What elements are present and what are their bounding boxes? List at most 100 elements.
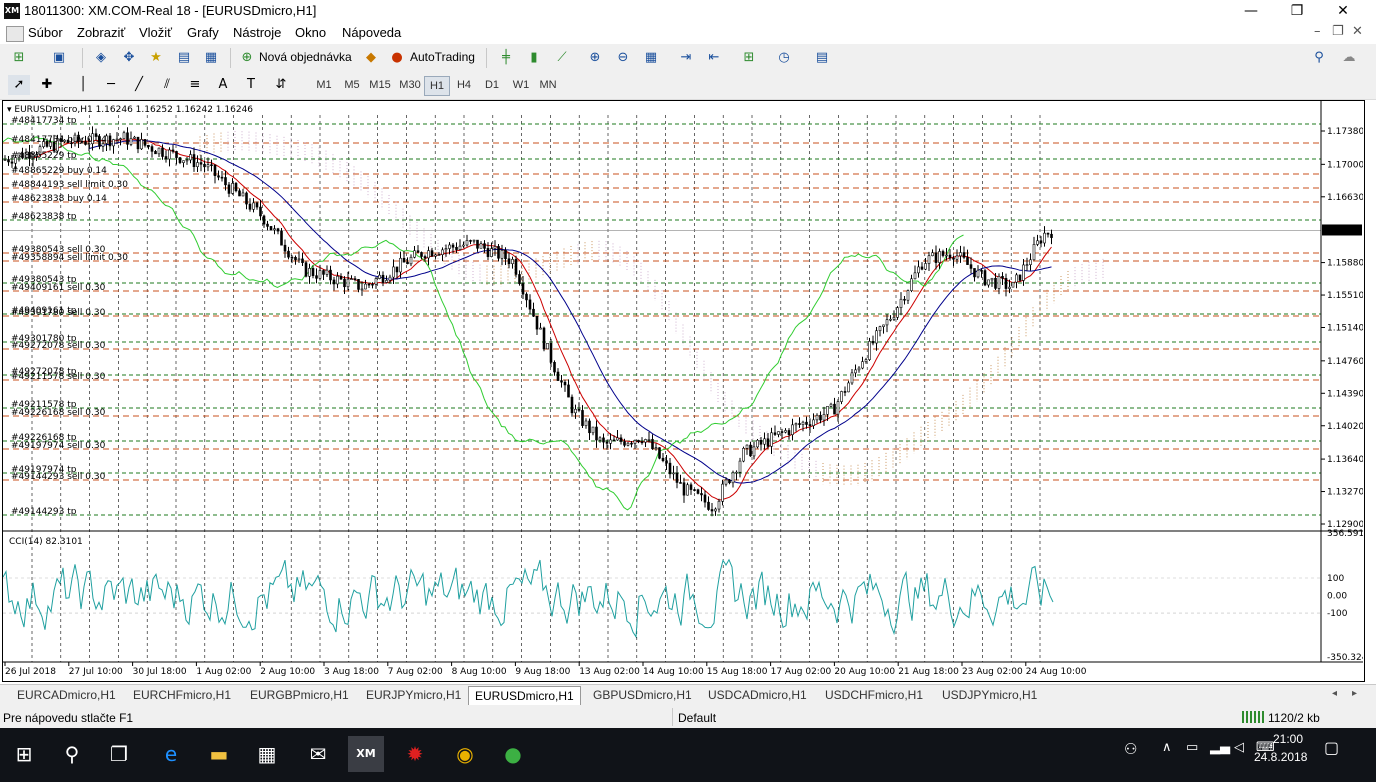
windows-start-icon[interactable]: ⊞ <box>6 736 42 772</box>
tab-eurusd[interactable]: EURUSDmicro,H1 <box>468 686 581 705</box>
candle-body <box>1036 240 1039 245</box>
candlestick-icon[interactable]: ▮ <box>523 48 545 68</box>
tab-usdjpy[interactable]: USDJPYmicro,H1 <box>942 686 1037 704</box>
tab-usdcad[interactable]: USDCADmicro,H1 <box>708 686 807 704</box>
text-label-icon[interactable]: T <box>240 75 262 95</box>
bar-chart-icon[interactable]: ╪ <box>495 48 517 68</box>
horizontal-line-icon[interactable]: ─ <box>100 75 122 95</box>
menu-file[interactable]: Súbor <box>28 25 63 40</box>
clock-time[interactable]: 21:00 <box>1270 732 1306 746</box>
task-view-icon[interactable]: ❐ <box>101 736 137 772</box>
mail-icon[interactable]: ✉ <box>300 736 336 772</box>
app-gear-icon[interactable]: ✹ <box>397 736 433 772</box>
crosshair-icon[interactable]: ✚ <box>36 75 58 95</box>
tab-usdchf[interactable]: USDCHFmicro,H1 <box>825 686 923 704</box>
candle-body <box>213 164 217 177</box>
timeframe-mn[interactable]: MN <box>536 76 560 94</box>
timeframe-d1[interactable]: D1 <box>480 76 504 94</box>
chart-canvas[interactable]: ▾ EURUSDmicro,H1 1.16246 1.16252 1.16242… <box>3 101 1363 679</box>
line-chart-icon[interactable]: ⟋ <box>551 48 573 68</box>
periods-icon[interactable]: ◷ <box>773 48 795 68</box>
tab-eurcad[interactable]: EURCADmicro,H1 <box>17 686 116 704</box>
templates-icon[interactable]: ▤ <box>811 48 833 68</box>
tile-windows-icon[interactable]: ▦ <box>640 48 662 68</box>
timeframe-m1[interactable]: M1 <box>312 76 336 94</box>
menu-view[interactable]: Zobraziť <box>77 25 125 40</box>
timeframe-h1[interactable]: H1 <box>424 76 450 96</box>
terminal-icon[interactable]: ▤ <box>173 48 195 68</box>
equidistant-channel-icon[interactable]: ⫽ <box>156 75 178 95</box>
volume-icon[interactable]: ◁ <box>1234 740 1244 755</box>
network-icon[interactable]: ▂▄ <box>1210 740 1230 755</box>
time-tick-label: 27 Jul 10:00 <box>69 667 123 677</box>
candle-body <box>1029 259 1032 265</box>
chart-window-icon[interactable] <box>6 26 24 42</box>
data-window-icon[interactable]: ✥ <box>118 48 140 68</box>
tab-eurgbp[interactable]: EURGBPmicro,H1 <box>250 686 349 704</box>
candle-body <box>203 163 206 168</box>
people-icon[interactable]: ⚇ <box>1124 740 1137 758</box>
trendline-icon[interactable]: ╱ <box>128 75 150 95</box>
menu-tools[interactable]: Nástroje <box>233 25 281 40</box>
close-button[interactable]: ✕ <box>1320 0 1366 22</box>
edge-browser-icon[interactable]: e <box>153 736 189 772</box>
notifications-icon[interactable]: ▢ <box>1324 738 1339 757</box>
new-order-icon[interactable]: ⊕ <box>236 48 258 68</box>
clock-date[interactable]: 24.8.2018 <box>1254 750 1307 764</box>
status-profile[interactable]: Default <box>678 711 716 725</box>
cursor-icon[interactable]: ➚ <box>8 75 30 95</box>
profiles-icon[interactable]: ▣ <box>48 48 70 68</box>
candle-body <box>329 269 332 281</box>
minimize-button[interactable]: — <box>1228 0 1274 22</box>
timeframe-m30[interactable]: M30 <box>396 76 424 94</box>
strategy-tester-icon[interactable]: ▦ <box>200 48 222 68</box>
menu-help[interactable]: Nápoveda <box>342 25 401 40</box>
xm-terminal-taskbar-icon[interactable]: XM <box>348 736 384 772</box>
autotrading-icon[interactable]: ● <box>386 48 408 68</box>
store-icon[interactable]: ▦ <box>249 736 285 772</box>
timeframe-m15[interactable]: M15 <box>366 76 394 94</box>
chart-shift-icon[interactable]: ⇤ <box>703 48 725 68</box>
tab-scroll-right-icon[interactable]: ▸ <box>1352 688 1357 699</box>
arrows-icon[interactable]: ⇵ <box>270 75 292 95</box>
search-icon[interactable]: ⚲ <box>54 736 90 772</box>
market-watch-icon[interactable]: ◈ <box>90 48 112 68</box>
fibonacci-icon[interactable]: ≡ <box>184 75 206 95</box>
tab-scroll-left-icon[interactable]: ◂ <box>1332 688 1337 699</box>
chrome-icon[interactable]: ◉ <box>447 736 483 772</box>
tab-gbpusd[interactable]: GBPUSDmicro,H1 <box>593 686 692 704</box>
timeframe-h4[interactable]: H4 <box>452 76 476 94</box>
restore-button[interactable]: ❐ <box>1274 0 1320 22</box>
candle-body <box>343 278 346 288</box>
green-app-icon[interactable]: ● <box>495 736 531 772</box>
zoom-in-icon[interactable]: ⊕ <box>584 48 606 68</box>
autotrading-button[interactable]: AutoTrading <box>410 50 475 64</box>
mdi-close-button[interactable]: ✕ <box>1352 24 1363 39</box>
new-chart-icon[interactable]: ⊞ <box>8 48 30 68</box>
new-order-button[interactable]: Nová objednávka <box>259 50 352 64</box>
timeframe-m5[interactable]: M5 <box>340 76 364 94</box>
menu-window[interactable]: Okno <box>295 25 326 40</box>
candle-body <box>899 298 903 308</box>
text-icon[interactable]: A <box>212 75 234 95</box>
search-icon[interactable]: ⚲ <box>1308 48 1330 68</box>
metaeditor-icon[interactable]: ◆ <box>360 48 382 68</box>
tray-chevron-icon[interactable]: ∧ <box>1162 740 1172 755</box>
navigator-icon[interactable]: ★ <box>145 48 167 68</box>
mdi-minimize-button[interactable]: – <box>1314 24 1321 39</box>
chat-icon[interactable]: ☁ <box>1338 48 1360 68</box>
mdi-restore-button[interactable]: ❐ <box>1332 24 1344 39</box>
file-explorer-icon[interactable]: ▬ <box>201 736 237 772</box>
menu-charts[interactable]: Grafy <box>187 25 219 40</box>
zoom-out-icon[interactable]: ⊖ <box>612 48 634 68</box>
candle-body <box>980 269 983 272</box>
indicators-icon[interactable]: ⊞ <box>738 48 760 68</box>
vertical-line-icon[interactable]: │ <box>72 75 94 95</box>
tab-eurjpy[interactable]: EURJPYmicro,H1 <box>366 686 461 704</box>
menu-insert[interactable]: Vložiť <box>139 25 172 40</box>
timeframe-w1[interactable]: W1 <box>508 76 534 94</box>
candle-body <box>245 192 248 205</box>
autoscroll-icon[interactable]: ⇥ <box>675 48 697 68</box>
battery-icon[interactable]: ▭ <box>1186 740 1198 755</box>
tab-eurchf[interactable]: EURCHFmicro,H1 <box>133 686 231 704</box>
